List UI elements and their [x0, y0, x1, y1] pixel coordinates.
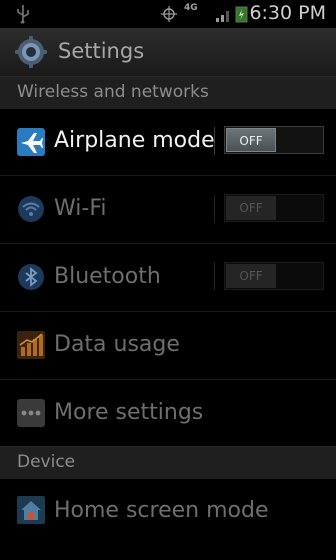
data-usage-icon	[17, 331, 45, 359]
more-settings-label: More settings	[54, 400, 204, 425]
settings-item-home-screen-mode[interactable]: Home screen mode	[0, 478, 336, 545]
settings-item-data-usage[interactable]: Data usage	[0, 312, 336, 379]
settings-item-wifi[interactable]: Wi-Fi OFF	[0, 176, 336, 243]
home-screen-mode-label: Home screen mode	[54, 498, 269, 523]
gear-icon	[15, 36, 47, 68]
section-header-wireless: Wireless and networks	[0, 76, 336, 109]
toggle-state: OFF	[226, 264, 276, 288]
page-title: Settings	[58, 39, 145, 63]
bluetooth-toggle[interactable]: OFF	[224, 262, 324, 290]
settings-item-bluetooth[interactable]: Bluetooth OFF	[0, 244, 336, 311]
settings-item-airplane-mode[interactable]: Airplane mode OFF	[0, 108, 336, 175]
more-settings-icon	[17, 399, 45, 427]
airplane-icon	[17, 128, 45, 156]
settings-item-more-settings[interactable]: More settings	[0, 380, 336, 447]
divider	[214, 127, 215, 155]
wifi-icon	[18, 196, 44, 222]
status-bar: 4G 6:30 PM	[0, 0, 336, 28]
data-usage-label: Data usage	[54, 332, 180, 357]
airplane-mode-toggle[interactable]: OFF	[224, 126, 324, 154]
signal-icon	[216, 11, 229, 22]
section-label: Wireless and networks	[17, 82, 209, 102]
gps-icon	[161, 6, 177, 22]
bluetooth-label: Bluetooth	[54, 264, 161, 289]
wifi-toggle[interactable]: OFF	[224, 194, 324, 222]
section-label: Device	[17, 452, 76, 472]
usb-icon	[17, 5, 29, 24]
section-header-device: Device	[0, 446, 336, 479]
wifi-label: Wi-Fi	[54, 196, 107, 221]
bluetooth-icon	[18, 264, 44, 290]
title-bar: Settings	[0, 28, 336, 76]
toggle-state: OFF	[226, 128, 276, 152]
clock: 6:30 PM	[249, 2, 326, 24]
home-screen-icon	[17, 496, 45, 524]
system-status-icons	[161, 6, 248, 23]
network-4g-icon: 4G	[184, 3, 198, 13]
divider	[214, 262, 215, 290]
airplane-mode-label: Airplane mode	[54, 128, 215, 153]
divider	[214, 195, 215, 223]
toggle-state: OFF	[226, 196, 276, 220]
battery-charging-icon	[235, 6, 248, 23]
